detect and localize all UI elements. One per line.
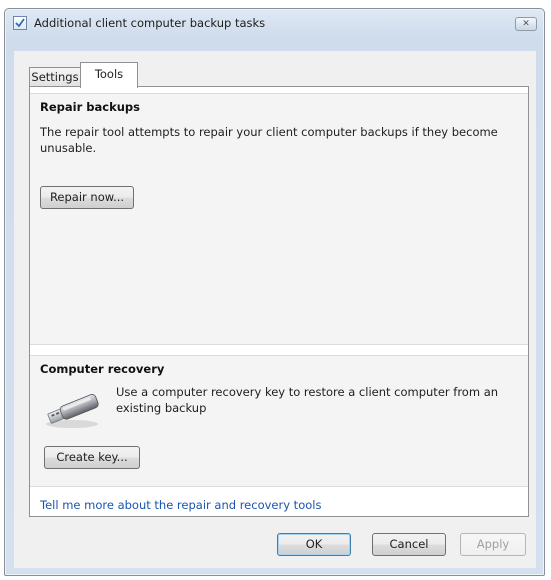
recovery-description: Use a computer recovery key to restore a… bbox=[116, 385, 499, 415]
help-link[interactable]: Tell me more about the repair and recove… bbox=[40, 498, 321, 512]
cancel-button[interactable]: Cancel bbox=[372, 533, 446, 556]
computer-recovery-heading: Computer recovery bbox=[40, 362, 165, 376]
close-icon: ✕ bbox=[522, 19, 530, 29]
dialog-client-area: Settings Tools Repair backups The repair… bbox=[14, 51, 536, 568]
dialog-window: Additional client computer backup tasks … bbox=[4, 8, 545, 576]
tab-settings[interactable]: Settings bbox=[29, 67, 81, 86]
tools-tab-panel: Repair backups The repair tool attempts … bbox=[29, 86, 529, 517]
tab-tools[interactable]: Tools bbox=[80, 62, 138, 88]
title-bar[interactable]: Additional client computer backup tasks … bbox=[5, 9, 544, 39]
ok-button[interactable]: OK bbox=[277, 533, 351, 556]
repair-description: The repair tool attempts to repair your … bbox=[40, 125, 498, 155]
apply-button[interactable]: Apply bbox=[460, 533, 526, 556]
usb-key-icon bbox=[44, 390, 106, 434]
window-title: Additional client computer backup tasks bbox=[34, 16, 266, 30]
computer-recovery-group: Computer recovery Use a computer recover… bbox=[30, 355, 528, 487]
create-key-button[interactable]: Create key... bbox=[44, 446, 140, 469]
app-icon bbox=[13, 16, 27, 30]
repair-backups-group: Repair backups The repair tool attempts … bbox=[30, 93, 528, 345]
close-button[interactable]: ✕ bbox=[515, 17, 537, 31]
repair-backups-heading: Repair backups bbox=[40, 100, 140, 114]
repair-now-button[interactable]: Repair now... bbox=[40, 186, 134, 209]
